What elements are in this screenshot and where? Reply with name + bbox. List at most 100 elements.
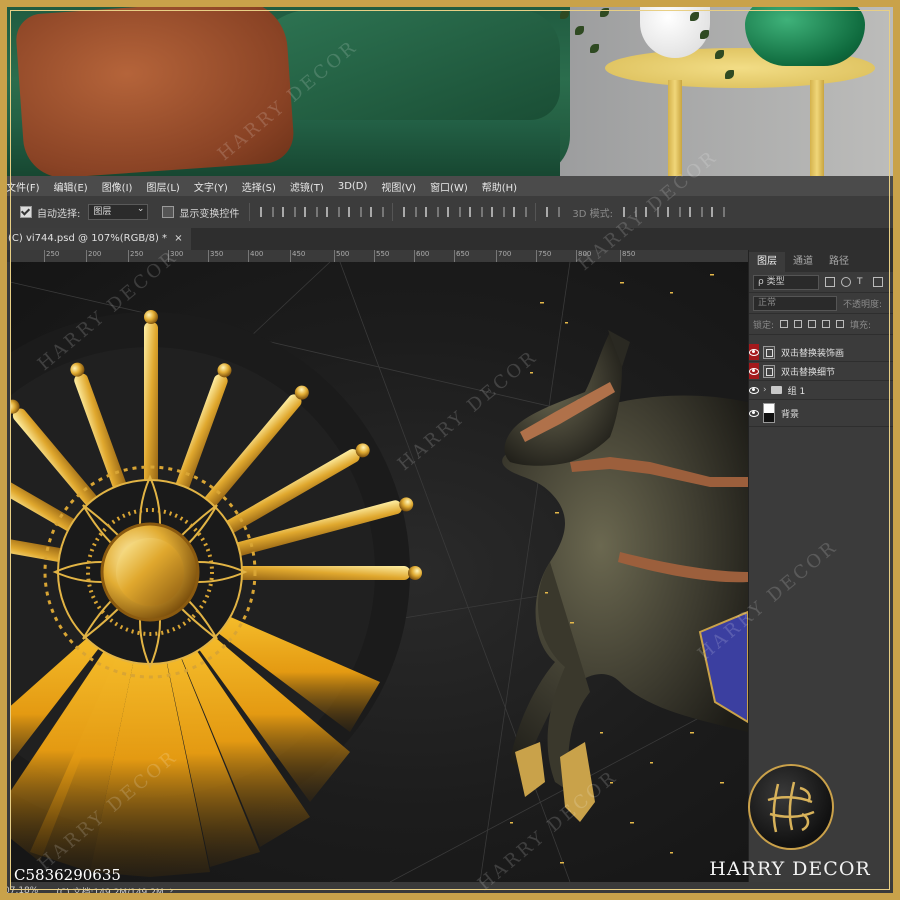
3d-pan-icon[interactable] — [665, 206, 681, 218]
ruler-tick: 500 — [333, 250, 350, 262]
document-tab-bar: (C) vi744.psd @ 107%(RGB/8) * × — [0, 228, 900, 250]
menu-type[interactable]: 文字(Y) — [188, 179, 236, 194]
distribute-hcenter-icon[interactable] — [489, 206, 506, 218]
auto-align-icon[interactable] — [544, 206, 561, 218]
artwork-svg — [10, 262, 748, 882]
document-title: (C) vi744.psd @ 107%(RGB/8) * — [8, 233, 168, 244]
ruler-tick: 350 — [207, 250, 224, 262]
harry-decor-logo — [748, 764, 834, 850]
menu-edit[interactable]: 编辑(E) — [48, 179, 96, 194]
3d-rotate-icon[interactable] — [621, 206, 637, 218]
menu-3d[interactable]: 3D(D) — [332, 181, 376, 192]
menu-file[interactable]: 文件(F) — [0, 179, 48, 194]
align-hcenter-icon[interactable] — [346, 206, 363, 218]
document-canvas[interactable] — [10, 262, 748, 882]
distribute-left-icon[interactable] — [467, 206, 484, 218]
lock-transparent-icon[interactable] — [780, 320, 789, 328]
visibility-toggle[interactable] — [749, 382, 759, 398]
visibility-toggle[interactable] — [749, 344, 759, 360]
layer-item[interactable]: 背景 — [749, 400, 900, 427]
menu-image[interactable]: 图像(I) — [96, 179, 141, 194]
divider — [535, 203, 537, 221]
menu-window[interactable]: 窗口(W) — [424, 179, 476, 194]
visibility-toggle[interactable] — [749, 405, 759, 421]
tab-layers[interactable]: 图层 — [749, 252, 785, 272]
ruler-tick: 250 — [43, 250, 60, 262]
lock-image-icon[interactable] — [794, 320, 803, 328]
align-vcenter-icon[interactable] — [280, 206, 297, 218]
logo-monogram-icon — [767, 781, 815, 833]
options-bar: 自动选择: 图层 显示变换控件 3D 模式: — [0, 196, 900, 229]
align-bottom-icon[interactable] — [302, 206, 319, 218]
eye-icon — [749, 367, 759, 375]
lock-all-icon[interactable] — [836, 320, 845, 328]
distribute-bottom-icon[interactable] — [445, 206, 462, 218]
folder-icon — [770, 386, 782, 394]
side-table-leg — [668, 80, 682, 176]
layer-name: 双击替换细节 — [781, 367, 836, 378]
eye-icon — [749, 409, 759, 417]
status-bar: 07.18% (C) 文档:149.2M/149.2M › — [0, 882, 900, 900]
layer-item[interactable]: 双击替换装饰画 — [749, 343, 900, 362]
3d-roll-icon[interactable] — [643, 206, 659, 218]
blend-row: 正常 不透明度: — [749, 293, 900, 314]
distribute-top-icon[interactable] — [401, 206, 418, 218]
ruler-tick: 850 — [619, 250, 636, 262]
align-top-icon[interactable] — [258, 206, 275, 218]
lock-artboard-icon[interactable] — [822, 320, 831, 328]
ruler-tick: 450 — [289, 250, 306, 262]
align-left-icon[interactable] — [324, 206, 341, 218]
product-code: C5836290635 — [14, 866, 121, 884]
document-tab[interactable]: (C) vi744.psd @ 107%(RGB/8) * × — [0, 228, 191, 250]
3d-mode-label: 3D 模式: — [572, 208, 613, 220]
tab-channels[interactable]: 通道 — [785, 252, 821, 272]
smart-object-icon — [763, 364, 775, 378]
filter-type-icon[interactable]: T — [857, 277, 867, 287]
ruler-tick: 800 — [575, 250, 592, 262]
3d-slide-icon[interactable] — [687, 206, 703, 218]
visibility-toggle[interactable] — [749, 363, 759, 379]
background-thumbnail — [763, 403, 775, 423]
status-arrow-icon[interactable]: › — [170, 886, 174, 896]
ruler-tick: 550 — [373, 250, 390, 262]
close-tab-icon[interactable]: × — [174, 233, 182, 244]
panel-tabs: 图层 通道 路径 — [749, 250, 900, 272]
menu-view[interactable]: 视图(V) — [375, 179, 424, 194]
align-right-icon[interactable] — [368, 206, 385, 218]
layer-name: 背景 — [781, 409, 800, 420]
tab-paths[interactable]: 路径 — [821, 252, 857, 272]
distribute-vcenter-icon[interactable] — [423, 206, 440, 218]
layer-name: 双击替换装饰画 — [781, 348, 845, 359]
opacity-label: 不透明度: — [843, 299, 883, 310]
ruler-tick: 300 — [167, 250, 184, 262]
green-vase — [745, 0, 865, 66]
document-info: (C) 文档:149.2M/149.2M — [56, 887, 164, 898]
filter-shape-icon[interactable] — [873, 277, 883, 287]
layer-item[interactable]: 双击替换细节 — [749, 362, 900, 381]
zoom-level[interactable]: 07.18% — [4, 886, 38, 896]
auto-select-dropdown[interactable]: 图层 — [88, 202, 149, 220]
ruler-tick: 400 — [247, 250, 264, 262]
layer-filter-row: ρ 类型 T — [749, 272, 900, 293]
ruler-tick: 600 — [413, 250, 430, 262]
menu-bar: 文件(F) 编辑(E) 图像(I) 图层(L) 文字(Y) 选择(S) 滤镜(T… — [0, 176, 900, 196]
filter-adjustment-icon[interactable] — [841, 277, 851, 287]
fill-label: 填充: — [850, 320, 872, 331]
transform-controls-checkbox[interactable] — [162, 206, 175, 218]
layer-item[interactable]: › 组 1 — [749, 381, 900, 400]
filter-pixel-icon[interactable] — [825, 277, 835, 287]
blend-mode-dropdown[interactable]: 正常 — [753, 295, 837, 311]
leather-pillow — [14, 0, 296, 176]
smart-object-icon — [763, 345, 775, 359]
lock-position-icon[interactable] — [808, 320, 817, 328]
menu-select[interactable]: 选择(S) — [236, 179, 284, 194]
distribute-right-icon[interactable] — [511, 206, 528, 218]
3d-scale-icon[interactable] — [709, 206, 725, 218]
layer-kind-filter[interactable]: ρ 类型 — [753, 274, 819, 290]
menu-layer[interactable]: 图层(L) — [140, 179, 187, 194]
expand-chevron-icon[interactable]: › — [763, 385, 767, 395]
menu-filter[interactable]: 滤镜(T) — [284, 179, 332, 194]
auto-select-checkbox[interactable] — [20, 206, 32, 218]
menu-help[interactable]: 帮助(H) — [476, 179, 525, 194]
sofa-backrest — [250, 10, 560, 120]
